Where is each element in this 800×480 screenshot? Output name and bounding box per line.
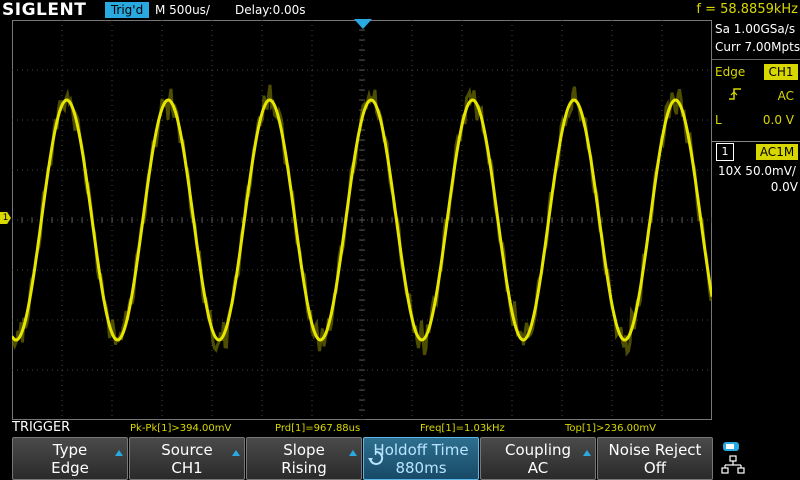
softkey-source-title: Source (130, 441, 244, 459)
network-icon (720, 440, 748, 478)
measurement-pkpk: Pk-Pk[1]>394.00mV (130, 422, 231, 435)
trigger-source-badge: CH1 (764, 64, 798, 80)
menu-title: TRIGGER (12, 420, 70, 436)
waveform-display[interactable] (12, 20, 712, 420)
arrow-up-icon (349, 450, 357, 456)
softkey-type[interactable]: Type Edge (12, 437, 128, 480)
softkey-type-title: Type (13, 441, 127, 459)
frequency-counter: f = 58.8859kHz (696, 1, 798, 19)
softkey-noise-reject-title: Noise Reject (598, 441, 712, 459)
channel1-info[interactable]: 1 AC1M 10X 50.0mV/ 0.0V (712, 141, 800, 198)
status-bar: SIGLENT Trig'd M 500us/ Delay:0.00s f = … (0, 0, 800, 20)
divider (712, 59, 800, 60)
softkey-menu: Type Edge Source CH1 Slope Rising Holdof… (0, 437, 800, 480)
softkey-type-value: Edge (13, 459, 127, 477)
softkey-slope-title: Slope (247, 441, 361, 459)
arrow-up-icon (232, 450, 240, 456)
trigger-type-label: Edge (715, 65, 745, 79)
timebase-readout[interactable]: M 500us/ (155, 2, 210, 18)
memory-depth: Curr 7.00Mpts (715, 40, 800, 54)
channel1-offset-marker[interactable]: 1 (0, 212, 11, 224)
brand-logo: SIGLENT (2, 0, 86, 20)
trigger-level-value: 0.0 V (763, 113, 794, 127)
softkey-coupling-title: Coupling (481, 441, 595, 459)
softkey-holdoff-title: Holdoff Time (364, 441, 478, 459)
arrow-up-icon (583, 450, 591, 456)
softkey-coupling-value: AC (481, 459, 595, 477)
softkey-holdoff-time[interactable]: Holdoff Time 880ms (363, 437, 479, 480)
measurement-frequency: Freq[1]=1.03kHz (420, 422, 505, 435)
trigger-position-marker[interactable] (354, 19, 372, 29)
channel-offset: 0.0V (771, 180, 798, 194)
softkey-noise-reject[interactable]: Noise Reject Off (597, 437, 713, 480)
softkey-source-value: CH1 (130, 459, 244, 477)
softkey-coupling[interactable]: Coupling AC (480, 437, 596, 480)
trigger-coupling: AC (778, 89, 794, 103)
softkey-slope-value: Rising (247, 459, 361, 477)
channel-coupling-badge: AC1M (756, 144, 798, 160)
info-panel: Sa 1.00GSa/s Curr 7.00Mpts Edge CH1 AC L… (712, 20, 800, 420)
measurement-top: Top[1]>236.00mV (565, 422, 656, 435)
arrow-up-icon (115, 450, 123, 456)
measurement-bar (0, 420, 800, 436)
softkey-source[interactable]: Source CH1 (129, 437, 245, 480)
trigger-level-label: L (715, 113, 722, 127)
measurement-period: Prd[1]=967.88us (275, 422, 360, 435)
trigger-status-badge: Trig'd (105, 2, 149, 18)
channel-scale: 10X 50.0mV/ (718, 164, 796, 178)
softkey-noise-reject-value: Off (598, 459, 712, 477)
softkey-holdoff-value: 880ms (364, 459, 478, 477)
sample-rate: Sa 1.00GSa/s (715, 22, 800, 36)
channel-number: 1 (716, 143, 734, 161)
rising-edge-icon (728, 87, 742, 101)
delay-readout[interactable]: Delay:0.00s (235, 2, 306, 18)
softkey-slope[interactable]: Slope Rising (246, 437, 362, 480)
